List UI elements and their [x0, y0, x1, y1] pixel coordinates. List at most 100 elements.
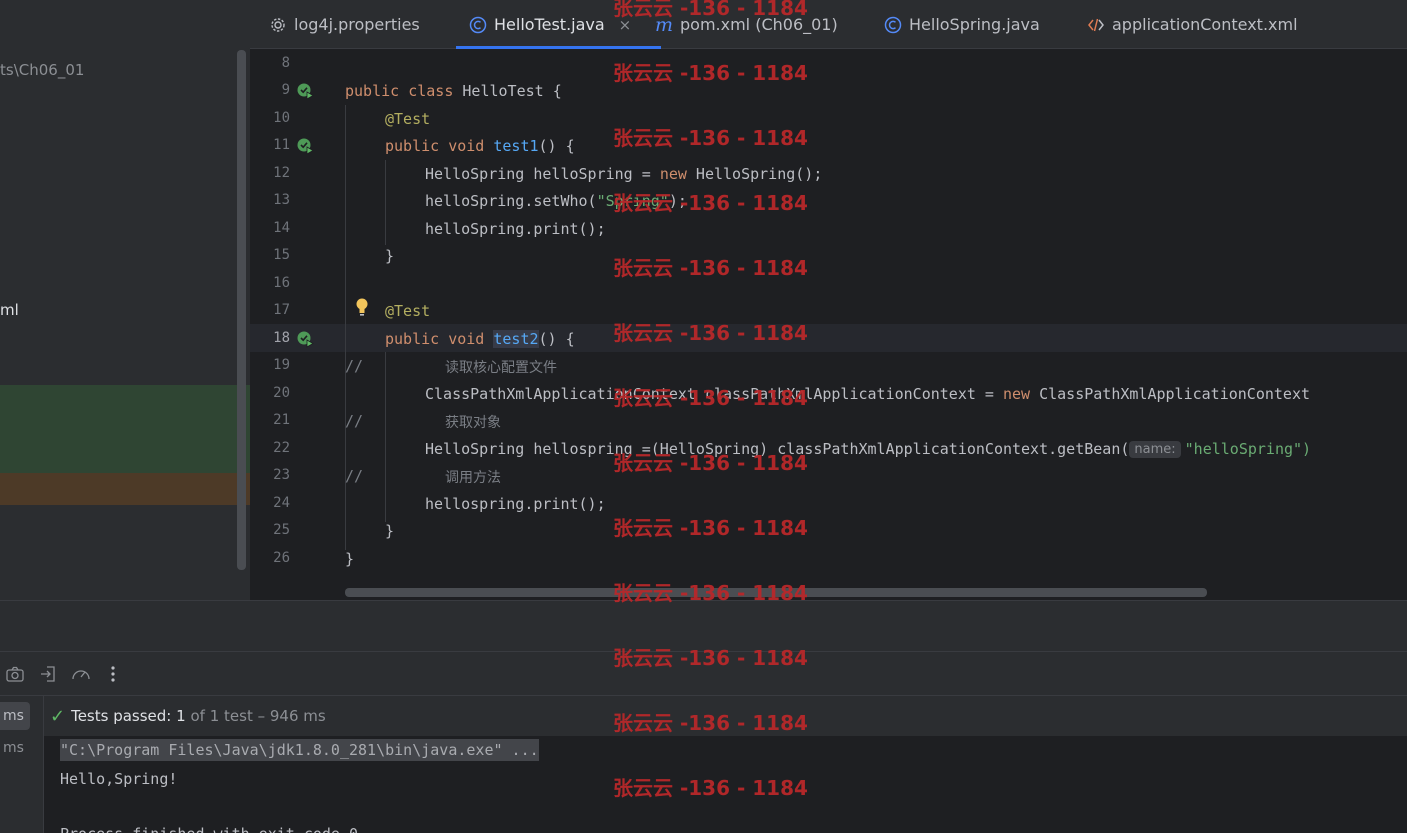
checkmark-icon: ✓ [50, 705, 66, 727]
indent-guide [385, 352, 386, 522]
tab-applicationcontext-xml[interactable]: applicationContext.xml [1086, 0, 1298, 49]
code-token: // [345, 357, 364, 375]
line-number: 17 [273, 302, 290, 318]
class-icon [883, 15, 903, 35]
code-token: helloSpring.setWho( [425, 192, 597, 210]
watermark-text: 张云云 -136 - 1184 [613, 516, 808, 540]
code-line-12[interactable]: HelloSpring helloSpring = new HelloSprin… [425, 165, 822, 183]
line-number: 20 [273, 385, 290, 401]
code-line-21[interactable]: // 获取对象 [345, 412, 501, 431]
code-token: // [345, 467, 364, 485]
code-token: () { [538, 330, 575, 348]
code-token: new [1002, 385, 1031, 403]
xml-icon [1086, 15, 1106, 35]
indent-guide [385, 160, 386, 245]
line-number: 13 [273, 192, 290, 208]
code-token: hellospring.print(); [425, 495, 606, 513]
line-number: 10 [273, 110, 290, 126]
run-test-icon[interactable] [296, 82, 314, 100]
coverage-gauge-icon[interactable] [71, 664, 91, 684]
tab-hellotest-java[interactable]: HelloTest.java × [455, 0, 662, 49]
code-token: } [385, 522, 395, 540]
code-line-22[interactable]: HelloSpring hellospring =(HelloSpring) c… [425, 440, 1311, 459]
code-token: test2 [493, 330, 539, 348]
code-token: new [659, 165, 687, 183]
line-number: 9 [281, 82, 290, 98]
watermark-text: 张云云 -136 - 1184 [613, 711, 808, 735]
code-editor: log4j.properties HelloTest.java × m pom.… [250, 0, 1407, 600]
code-token: public [385, 330, 440, 348]
tests-duration: – 946 ms [257, 707, 326, 725]
tab-log4j-properties[interactable]: log4j.properties [268, 0, 420, 49]
code-comment: 读取核心配置文件 [445, 360, 557, 376]
line-number: 15 [273, 247, 290, 263]
editor-tab-bar: log4j.properties HelloTest.java × m pom.… [250, 0, 1407, 49]
line-number: 24 [273, 495, 290, 511]
code-token: test1 [493, 137, 539, 155]
project-tree-path[interactable]: ts\Ch06_01 [0, 61, 84, 79]
test-tree-time[interactable]: ms [0, 734, 30, 762]
code-token: HelloSpring helloSpring = [425, 165, 660, 183]
code-line-15[interactable]: } [385, 247, 394, 265]
code-line-9[interactable]: public class HelloTest { [345, 82, 562, 100]
line-number: 19 [273, 357, 290, 373]
code-line-17[interactable]: @Test [385, 302, 430, 320]
code-line-19[interactable]: // 读取核心配置文件 [345, 357, 557, 376]
tab-label: HelloSpring.java [909, 15, 1040, 34]
watermark-text: 张云云 -136 - 1184 [613, 451, 808, 475]
test-tree-time-selected[interactable]: ms [0, 702, 30, 730]
code-token: HelloTest { [462, 82, 562, 100]
tests-total: of 1 test [190, 707, 253, 725]
tests-passed-label: Tests passed: [71, 707, 172, 725]
line-number: 12 [273, 165, 290, 181]
watermark-text: 张云云 -136 - 1184 [613, 61, 808, 85]
code-line-24[interactable]: hellospring.print(); [425, 495, 606, 513]
tab-hellospring-java[interactable]: HelloSpring.java [883, 0, 1040, 49]
code-line-10[interactable]: @Test [385, 110, 430, 128]
project-tree-highlight-orange [0, 473, 250, 505]
line-number: 11 [273, 137, 290, 153]
more-options-icon[interactable] [103, 664, 123, 684]
watermark-text: 张云云 -136 - 1184 [613, 126, 808, 150]
watermark-text: 张云云 -136 - 1184 [613, 256, 808, 280]
camera-icon[interactable] [5, 664, 25, 684]
code-line-14[interactable]: helloSpring.print(); [425, 220, 606, 238]
code-line-26[interactable]: } [345, 550, 354, 568]
line-number: 26 [273, 550, 290, 566]
import-icon[interactable] [38, 664, 58, 684]
code-token: } [345, 550, 355, 568]
run-test-icon[interactable] [296, 137, 314, 155]
tab-label: HelloTest.java [494, 15, 605, 34]
project-panel-scrollbar[interactable] [237, 50, 246, 570]
project-tree-xml-item[interactable]: ml [0, 301, 19, 319]
code-line-11[interactable]: public void test1() { [385, 137, 575, 155]
tests-passed-count: 1 [176, 707, 186, 725]
code-token: "helloSpring") [1184, 440, 1312, 458]
console-output-line: Hello,Spring! [60, 770, 178, 788]
code-token: @Test [385, 302, 431, 320]
line-number: 21 [273, 412, 290, 428]
watermark-text: 张云云 -136 - 1184 [613, 386, 808, 410]
watermark-text: 张云云 -136 - 1184 [613, 646, 808, 670]
run-test-icon[interactable] [296, 330, 314, 348]
gear-icon [268, 15, 288, 35]
code-comment: 获取对象 [445, 415, 501, 431]
lightbulb-icon[interactable] [354, 297, 370, 317]
code-line-20[interactable]: ClassPathXmlApplicationContext classPath… [425, 385, 1310, 403]
watermark-text: 张云云 -136 - 1184 [613, 0, 808, 20]
line-number: 23 [273, 467, 290, 483]
line-number: 8 [281, 55, 290, 71]
code-token: helloSpring.print(); [425, 220, 606, 238]
line-number: 22 [273, 440, 290, 456]
code-token: ClassPathXmlApplicationContext [1030, 385, 1311, 403]
code-token: } [385, 247, 395, 265]
code-token: () { [538, 137, 575, 155]
code-token: public [345, 82, 400, 100]
console-command-line[interactable]: "C:\Program Files\Java\jdk1.8.0_281\bin\… [60, 739, 539, 761]
watermark-text: 张云云 -136 - 1184 [613, 191, 808, 215]
code-line-18[interactable]: public void test2() { [385, 330, 575, 348]
console-output-line: Process finished with exit code 0 [60, 825, 358, 833]
code-token: // [345, 412, 364, 430]
code-line-23[interactable]: // 调用方法 [345, 467, 501, 486]
code-line-25[interactable]: } [385, 522, 394, 540]
